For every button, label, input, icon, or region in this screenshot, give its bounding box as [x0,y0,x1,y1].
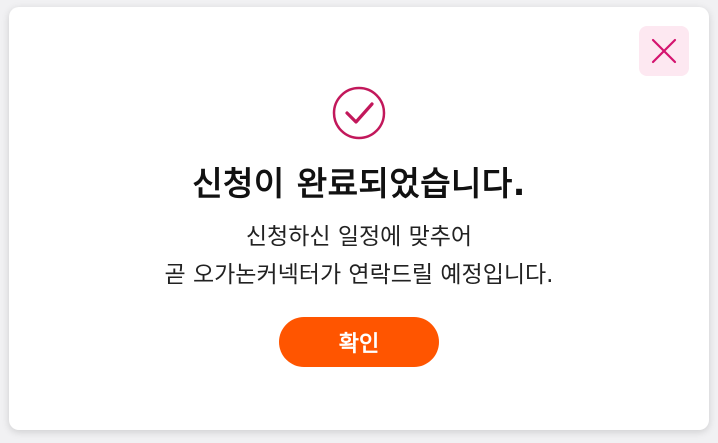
message-line-2: 곧 오가논커넥터가 연락드릴 예정입니다. [164,262,554,288]
close-button[interactable] [639,26,689,76]
completion-dialog: 신청이 완료되었습니다. 신청하신 일정에 맞추어 곧 오가논커넥터가 연락드릴… [9,7,709,430]
check-circle-icon [332,86,386,140]
confirm-button[interactable]: 확인 [279,317,439,367]
close-icon [651,38,677,64]
dialog-title: 신청이 완료되었습니다. [192,164,526,203]
dialog-message: 신청하신 일정에 맞추어 곧 오가논커넥터가 연락드릴 예정입니다. [9,218,709,294]
success-icon-wrap [332,86,386,140]
message-line-1: 신청하신 일정에 맞추어 [245,224,473,250]
